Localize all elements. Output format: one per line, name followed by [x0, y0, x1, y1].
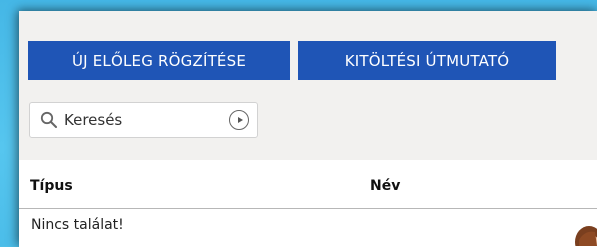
- search-box: [29, 102, 258, 138]
- action-bar: ÚJ ELŐLEG RÖGZÍTÉSE KITÖLTÉSI ÚTMUTATÓ: [28, 41, 556, 80]
- table-header: Típus Név: [19, 160, 597, 209]
- column-header-name[interactable]: Név: [370, 178, 400, 194]
- assistant-avatar[interactable]: [567, 212, 597, 246]
- filling-guide-button[interactable]: KITÖLTÉSI ÚTMUTATÓ: [298, 41, 556, 80]
- results-table: Típus Név Nincs találat!: [19, 160, 597, 247]
- search-input[interactable]: [62, 110, 216, 130]
- search-submit-button[interactable]: [229, 110, 249, 130]
- play-circle-icon: [237, 117, 243, 123]
- advance-list-panel: ÚJ ELŐLEG RÖGZÍTÉSE KITÖLTÉSI ÚTMUTATÓ T…: [19, 11, 597, 247]
- new-advance-button[interactable]: ÚJ ELŐLEG RÖGZÍTÉSE: [28, 41, 290, 80]
- empty-message: Nincs találat!: [31, 217, 124, 233]
- column-header-type[interactable]: Típus: [30, 178, 73, 194]
- search-icon: [38, 109, 60, 131]
- table-row: Nincs találat!: [19, 209, 597, 247]
